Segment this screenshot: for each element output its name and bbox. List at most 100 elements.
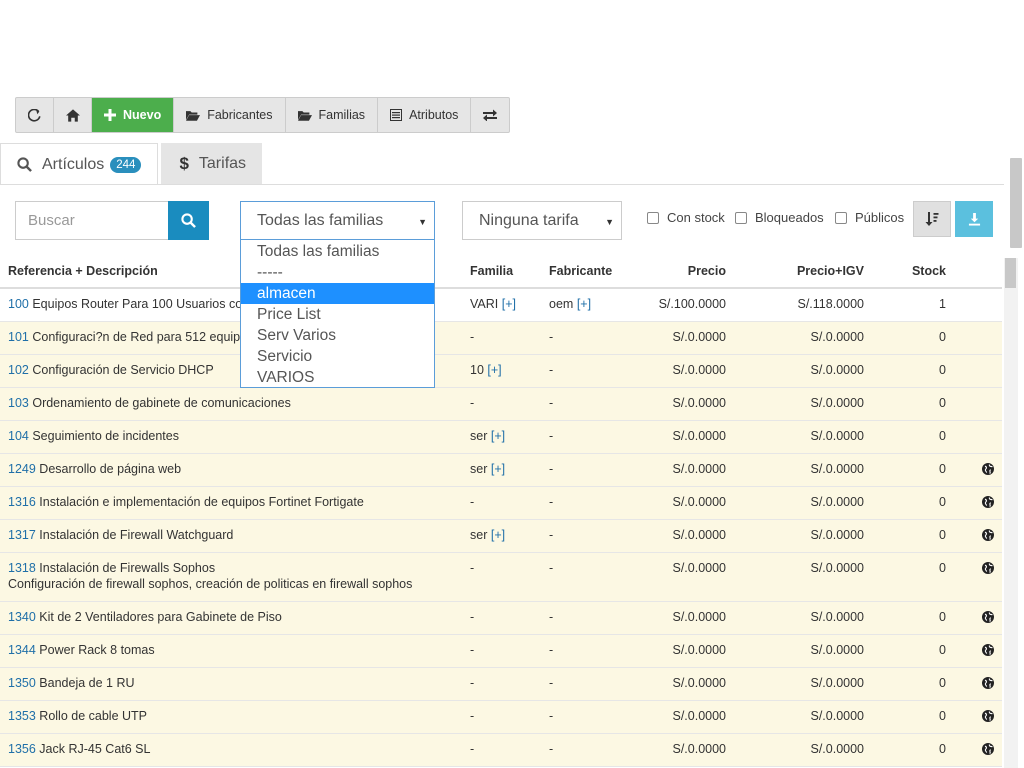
row-precio-igv: S/.0.0000 bbox=[810, 610, 864, 624]
familia-option[interactable]: Todas las familias bbox=[241, 241, 434, 262]
familia-option[interactable]: ----- bbox=[241, 262, 434, 283]
publicos-checkbox[interactable]: Públicos bbox=[835, 210, 904, 225]
checkbox-box[interactable] bbox=[647, 211, 659, 224]
ref-link[interactable]: 1356 bbox=[8, 742, 36, 756]
familia-option[interactable]: almacen bbox=[241, 283, 434, 304]
header-ref-desc[interactable]: Referencia + Descripción bbox=[8, 264, 158, 278]
ref-link[interactable]: 1317 bbox=[8, 528, 36, 542]
table-row[interactable]: 101 Configuraci?n de Red para 512 equipo… bbox=[0, 322, 1002, 355]
ref-link[interactable]: 1350 bbox=[8, 676, 36, 690]
table-scrollbar-track[interactable] bbox=[1004, 258, 1018, 768]
sort-button[interactable] bbox=[913, 201, 951, 237]
familia-option[interactable]: Servicio bbox=[241, 346, 434, 367]
con-stock-checkbox[interactable]: Con stock bbox=[647, 210, 725, 225]
familia-option[interactable]: Serv Varios bbox=[241, 325, 434, 346]
ref-link[interactable]: 103 bbox=[8, 396, 29, 410]
row-precio-igv: S/.0.0000 bbox=[810, 330, 864, 344]
row-description: Instalación e implementación de equipos … bbox=[39, 495, 364, 509]
nuevo-label: Nuevo bbox=[123, 108, 162, 122]
table-row[interactable]: 1350 Bandeja de 1 RU - - S/.0.0000 S/.0.0000… bbox=[0, 668, 1002, 701]
row-precio: S/.0.0000 bbox=[672, 709, 726, 723]
home-icon bbox=[65, 108, 80, 122]
ref-link[interactable]: 102 bbox=[8, 363, 29, 377]
table-row[interactable]: 1344 Power Rack 8 tomas - - S/.0.0000 S/.0.0… bbox=[0, 635, 1002, 668]
refresh-icon bbox=[28, 108, 41, 122]
familia-select[interactable]: Todas las familias ▼ bbox=[240, 201, 435, 240]
familias-label: Familias bbox=[318, 108, 366, 122]
row-familia: 10 [+] bbox=[470, 363, 502, 377]
table-row[interactable]: 100 Equipos Router Para 100 Usuarios co V… bbox=[0, 289, 1002, 322]
checkbox-box[interactable] bbox=[735, 211, 747, 224]
familia-expand-link[interactable]: [+] bbox=[487, 363, 501, 377]
download-button[interactable] bbox=[955, 201, 993, 237]
header-stock[interactable]: Stock bbox=[912, 264, 946, 278]
header-precio-igv[interactable]: Precio+IGV bbox=[797, 264, 864, 278]
header-precio[interactable]: Precio bbox=[688, 264, 726, 278]
row-fabricante: - bbox=[549, 676, 553, 690]
nuevo-button[interactable]: Nuevo bbox=[92, 98, 175, 132]
home-button[interactable] bbox=[54, 98, 92, 132]
row-ref-desc: 1318 Instalación de Firewalls Sophos bbox=[8, 561, 215, 575]
bloqueados-checkbox[interactable]: Bloqueados bbox=[735, 210, 824, 225]
checkbox-box[interactable] bbox=[835, 211, 847, 224]
tab-articulos[interactable]: Artículos 244 bbox=[0, 143, 159, 185]
row-fabricante: - bbox=[549, 429, 553, 443]
search-placeholder: Buscar bbox=[28, 212, 75, 229]
table-row[interactable]: 1316 Instalación e implementación de equ… bbox=[0, 487, 1002, 520]
globe-icon bbox=[982, 743, 994, 755]
table-row[interactable]: 104 Seguimiento de incidentes ser [+] - S/.… bbox=[0, 421, 1002, 454]
table-row[interactable]: 1318 Instalación de Firewalls Sophos Conf… bbox=[0, 553, 1002, 602]
header-familia[interactable]: Familia bbox=[470, 264, 513, 278]
familias-button[interactable]: Familias bbox=[286, 98, 379, 132]
familia-option[interactable]: Price List bbox=[241, 304, 434, 325]
tab-tarifas-label: Tarifas bbox=[198, 155, 247, 172]
ref-link[interactable]: 1344 bbox=[8, 643, 36, 657]
familia-expand-link[interactable]: [+] bbox=[491, 528, 505, 542]
search-input[interactable]: Buscar bbox=[15, 201, 169, 240]
ref-link[interactable]: 1340 bbox=[8, 610, 36, 624]
table-row[interactable]: 1353 Rollo de cable UTP - - S/.0.0000 S/.0.0… bbox=[0, 701, 1002, 734]
familia-expand-link[interactable]: [+] bbox=[491, 429, 505, 443]
ref-link[interactable]: 1249 bbox=[8, 462, 36, 476]
fabricante-expand-link[interactable]: [+] bbox=[577, 297, 591, 311]
row-precio-igv: S/.0.0000 bbox=[810, 561, 864, 575]
row-familia: - bbox=[470, 330, 474, 344]
table-row[interactable]: 1340 Kit de 2 Ventiladores para Gabinete… bbox=[0, 602, 1002, 635]
search-icon bbox=[17, 157, 32, 172]
atributos-button[interactable]: Atributos bbox=[378, 98, 472, 132]
table-row[interactable]: 103 Ordenamiento de gabinete de comunica… bbox=[0, 388, 1002, 421]
row-fabricante: - bbox=[549, 561, 553, 575]
row-ref-desc: 102 Configuración de Servicio DHCP bbox=[8, 363, 214, 377]
row-ref-desc: 101 Configuraci?n de Red para 512 equipo bbox=[8, 330, 247, 344]
ref-link[interactable]: 104 bbox=[8, 429, 29, 443]
ref-link[interactable]: 101 bbox=[8, 330, 29, 344]
folder-open-icon bbox=[186, 110, 201, 121]
table-row[interactable]: 1249 Desarrollo de página web ser [+] - S/.… bbox=[0, 454, 1002, 487]
exchange-button[interactable] bbox=[471, 98, 509, 132]
table-row[interactable]: 102 Configuración de Servicio DHCP 10 [+]… bbox=[0, 355, 1002, 388]
refresh-button[interactable] bbox=[16, 98, 54, 132]
search-button[interactable] bbox=[168, 201, 209, 240]
ref-link[interactable]: 1316 bbox=[8, 495, 36, 509]
familia-value: - bbox=[470, 709, 475, 723]
globe-icon bbox=[982, 677, 994, 689]
familia-option[interactable]: VARIOS bbox=[241, 367, 434, 388]
header-fabricante[interactable]: Fabricante bbox=[549, 264, 612, 278]
toolbar: Nuevo Fabricantes Familias Atributos bbox=[15, 97, 511, 133]
tab-divider bbox=[0, 184, 1004, 185]
ref-link[interactable]: 100 bbox=[8, 297, 29, 311]
table-row[interactable]: 1317 Instalación de Firewall Watchguard s… bbox=[0, 520, 1002, 553]
page-scrollbar[interactable] bbox=[1010, 158, 1022, 248]
familia-expand-link[interactable]: [+] bbox=[502, 297, 516, 311]
fabricantes-button[interactable]: Fabricantes bbox=[174, 98, 286, 132]
row-precio: S/.0.0000 bbox=[672, 396, 726, 410]
ref-link[interactable]: 1353 bbox=[8, 709, 36, 723]
table-row[interactable]: 1356 Jack RJ-45 Cat6 SL - - S/.0.0000 S/.0.0… bbox=[0, 734, 1002, 767]
ref-link[interactable]: 1318 bbox=[8, 561, 36, 575]
familia-value: - bbox=[470, 396, 475, 410]
tarifa-select[interactable]: Ninguna tarifa ▼ bbox=[462, 201, 622, 240]
tab-tarifas[interactable]: $ Tarifas bbox=[161, 143, 263, 185]
familia-expand-link[interactable]: [+] bbox=[491, 462, 505, 476]
familia-dropdown-list: Todas las familias ----- almacen Price List… bbox=[240, 240, 435, 388]
table-scrollbar-thumb[interactable] bbox=[1005, 258, 1016, 288]
